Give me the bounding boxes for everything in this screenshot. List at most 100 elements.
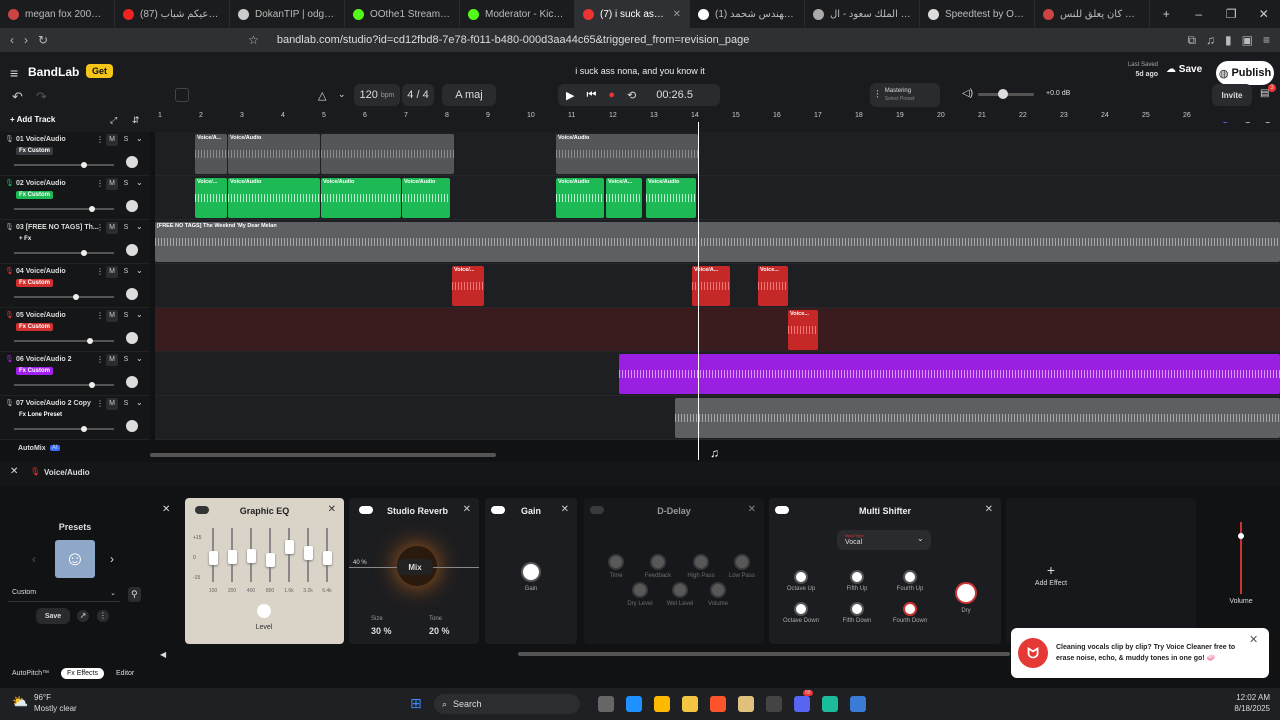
- timeline-ruler[interactable]: 1 2 3 4 5 6 7 8 9 10 11 12 13 14 15 16 17 18 19 20 21 22 23 24 2…: [155, 110, 1280, 122]
- shifter-knob[interactable]: [794, 570, 808, 584]
- track-fx-badge[interactable]: + Fx: [16, 235, 34, 243]
- voice-cleaner-toast[interactable]: ᗢ Cleaning vocals clip by clip? Try Voic…: [1011, 628, 1269, 678]
- play-icon[interactable]: ▶: [566, 89, 574, 102]
- skip-back-icon[interactable]: ⏮: [586, 89, 596, 102]
- chevron-down-icon[interactable]: ⌄: [136, 178, 143, 187]
- track-volume-slider[interactable]: [14, 206, 114, 212]
- track-lane[interactable]: Voice/... Voice/A... Voice...: [155, 264, 1280, 308]
- track-volume-knob[interactable]: [89, 382, 95, 388]
- audio-clip[interactable]: Voice...: [758, 266, 788, 306]
- track-pan-knob[interactable]: [126, 332, 138, 344]
- track-volume-slider[interactable]: [14, 338, 114, 344]
- mute-button[interactable]: M: [106, 178, 118, 190]
- volume-fader-knob[interactable]: [1238, 533, 1244, 540]
- app-icon[interactable]: [822, 696, 838, 712]
- redo-icon[interactable]: ↷: [36, 89, 47, 105]
- track-volume-slider[interactable]: [14, 250, 114, 256]
- store-icon[interactable]: [654, 696, 670, 712]
- track-volume-slider[interactable]: [14, 294, 114, 300]
- more-icon[interactable]: ⋮: [96, 355, 104, 364]
- bandlab-logo[interactable]: BandLab: [28, 65, 79, 79]
- eq-band-handle[interactable]: [323, 551, 332, 565]
- automix-label[interactable]: AutoMix: [18, 445, 46, 452]
- track-pan-knob[interactable]: [126, 288, 138, 300]
- shifter-close-icon[interactable]: ✕: [985, 504, 993, 515]
- tab-editor[interactable]: Editor: [110, 668, 140, 679]
- track-fx-badge[interactable]: Fx Custom: [16, 323, 54, 331]
- chevron-down-icon[interactable]: ⌄: [136, 398, 143, 407]
- browser-tab[interactable]: (1) باشمهندس شحمد X: [690, 0, 805, 28]
- shifter-knob[interactable]: [794, 602, 808, 616]
- save-button[interactable]: ☁ Save: [1166, 64, 1202, 75]
- browser-tab[interactable]: megan fox 2007] - Bra: [0, 0, 115, 28]
- delay-knob[interactable]: [608, 554, 624, 570]
- tab-close-icon[interactable]: ✕: [673, 9, 681, 20]
- eq-band-handle[interactable]: [228, 550, 237, 565]
- more-icon[interactable]: ⋮: [96, 135, 104, 144]
- audio-clip[interactable]: Voice/...: [195, 178, 227, 218]
- mute-button[interactable]: M: [106, 266, 118, 278]
- gain-knob[interactable]: [521, 562, 541, 582]
- invite-button[interactable]: Invite: [1212, 84, 1252, 106]
- reverb-mix-knob[interactable]: Mix: [397, 559, 433, 575]
- track-header[interactable]: 🎙 06 Voice/Audio 2 Fx Custom ⋮ M S ⌄: [0, 352, 150, 396]
- chevron-down-icon[interactable]: ⌄: [136, 222, 143, 231]
- steam-icon[interactable]: [766, 696, 782, 712]
- eq-close-icon[interactable]: ✕: [328, 504, 336, 515]
- browser-tab[interactable]: جامعة الملك سعود - ال: [805, 0, 920, 28]
- track-volume-slider[interactable]: [14, 426, 114, 432]
- add-effect-panel[interactable]: + Add Effect: [1006, 498, 1196, 644]
- time-signature-field[interactable]: 4 / 4: [402, 84, 434, 106]
- solo-button[interactable]: S: [120, 354, 132, 366]
- scroll-left-icon[interactable]: ◀: [160, 650, 166, 659]
- master-volume-knob[interactable]: [998, 89, 1009, 99]
- discord-icon[interactable]: [794, 696, 810, 712]
- delay-knob[interactable]: [672, 582, 688, 598]
- tool-icon[interactable]: ⤢: [110, 115, 117, 126]
- reverb-close-icon[interactable]: ✕: [463, 504, 471, 515]
- audio-clip[interactable]: Voice/Audio: [228, 134, 320, 174]
- audio-clip[interactable]: Voice/Audio: [228, 178, 320, 218]
- track-volume-knob[interactable]: [81, 250, 87, 256]
- delay-knob[interactable]: [710, 582, 726, 598]
- track-fx-badge[interactable]: Fx Custom: [16, 279, 54, 287]
- track-volume-slider[interactable]: [14, 162, 114, 168]
- track-volume-slider[interactable]: [14, 382, 114, 388]
- browser-tab[interactable]: OOthe1 Stream - Wat: [345, 0, 460, 28]
- preset-select[interactable]: Custom ⌄: [8, 584, 120, 602]
- shifter-knob[interactable]: [850, 602, 864, 616]
- solo-button[interactable]: S: [120, 266, 132, 278]
- track-header[interactable]: 🎙 03 [FREE NO TAGS] Th... + Fx ⋮ M S ⌄: [0, 220, 150, 264]
- media-icon[interactable]: ♫: [1206, 33, 1215, 47]
- audio-clip[interactable]: Voice/Audio: [556, 134, 698, 174]
- maximize-icon[interactable]: ❐: [1215, 7, 1248, 21]
- minimize-icon[interactable]: –: [1183, 7, 1216, 21]
- loop-icon[interactable]: ⟲: [627, 89, 636, 102]
- more-icon[interactable]: ⋮: [97, 610, 109, 622]
- add-track-button[interactable]: + Add Track: [10, 115, 55, 124]
- metronome-settings-icon[interactable]: [175, 88, 189, 102]
- track-header[interactable]: 🎙 02 Voice/Audio Fx Custom ⋮ M S ⌄: [0, 176, 150, 220]
- delay-knob[interactable]: [650, 554, 666, 570]
- filter-icon[interactable]: ⇵: [132, 115, 140, 126]
- bookmark-icon[interactable]: ☆: [248, 33, 259, 47]
- horizontal-scrollbar[interactable]: [150, 453, 496, 457]
- delay-knob[interactable]: [693, 554, 709, 570]
- audio-clip[interactable]: [321, 134, 454, 174]
- track-pan-knob[interactable]: [126, 420, 138, 432]
- publish-button[interactable]: ◍ Publish: [1216, 61, 1274, 85]
- chevron-down-icon[interactable]: ⌄: [338, 89, 346, 100]
- solo-button[interactable]: S: [120, 222, 132, 234]
- bpm-field[interactable]: 120 bpm: [354, 84, 400, 106]
- prev-preset-icon[interactable]: ‹: [32, 552, 36, 566]
- browser-tab[interactable]: المرحوم كان يعلق للنس: [1035, 0, 1150, 28]
- tune-icon[interactable]: ⚲: [128, 587, 141, 602]
- close-effect-icon[interactable]: ✕: [162, 504, 170, 515]
- hamburger-icon[interactable]: ≡: [10, 65, 18, 81]
- delay-close-icon[interactable]: ✕: [748, 504, 756, 515]
- track-lane[interactable]: [155, 352, 1280, 396]
- eq-band-handle[interactable]: [209, 551, 218, 565]
- track-lane[interactable]: Voice/... Voice/Audio Voice/Audio Voice/Aud…: [155, 176, 1280, 220]
- preset-save-button[interactable]: Save: [36, 608, 70, 624]
- wallet-icon[interactable]: ▣: [1242, 33, 1253, 47]
